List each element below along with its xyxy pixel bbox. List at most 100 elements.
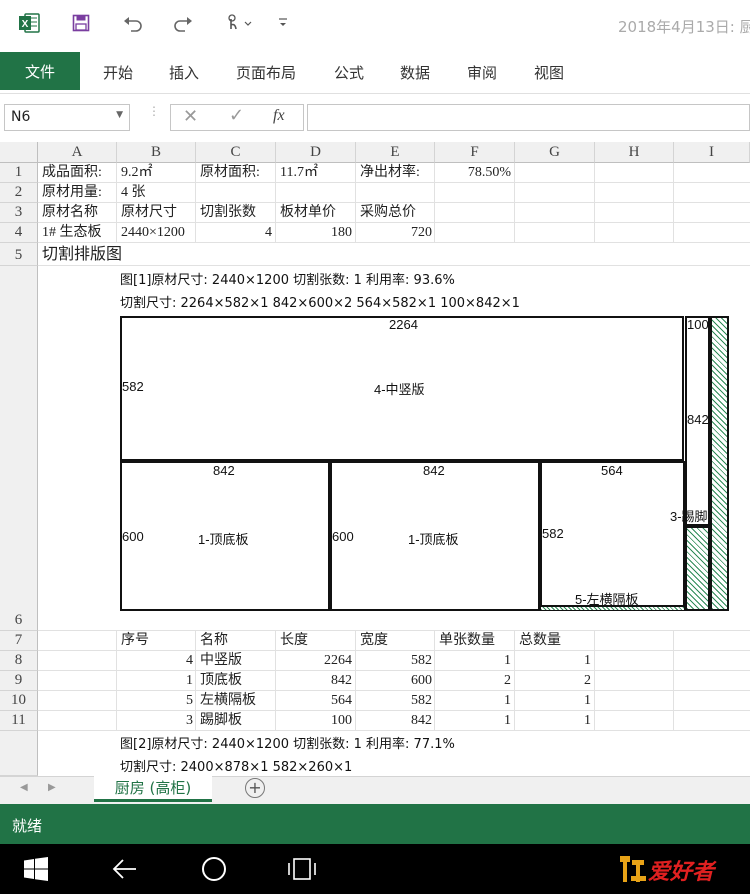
name-box[interactable]: N6 ▼ [4, 104, 130, 131]
row-header[interactable]: 9 [0, 671, 38, 691]
cell-e3[interactable]: 采购总价 [360, 203, 416, 223]
table-header[interactable]: 总数量 [519, 631, 561, 651]
cell-a2[interactable]: 原材用量: [42, 183, 102, 203]
row-header[interactable]: 5 [0, 243, 38, 266]
table-cell[interactable]: 1 [515, 651, 591, 671]
table-cell[interactable]: 600 [356, 671, 432, 691]
home-circle-icon[interactable] [201, 856, 227, 886]
table-cell[interactable]: 2 [515, 671, 591, 691]
tab-view[interactable]: 视图 [534, 62, 564, 83]
table-header[interactable]: 名称 [200, 631, 228, 651]
insert-function-icon[interactable]: fx [273, 107, 285, 125]
table-cell[interactable]: 1 [435, 691, 511, 711]
column-header[interactable]: I [674, 142, 750, 163]
tab-formulas[interactable]: 公式 [334, 62, 364, 83]
table-cell[interactable]: 3 [117, 711, 193, 731]
table-cell[interactable]: 4 [117, 651, 193, 671]
chevron-down-icon[interactable]: ▼ [116, 110, 123, 120]
tab-review[interactable]: 审阅 [467, 62, 497, 83]
cell-e4[interactable]: 720 [356, 223, 432, 243]
row-header[interactable]: 4 [0, 223, 38, 243]
row-header[interactable]: 1 [0, 163, 38, 183]
title-bar: X 2018年4月13日: 厨 [0, 0, 750, 48]
row-header[interactable]: 10 [0, 691, 38, 711]
windows-start-icon[interactable] [24, 857, 48, 885]
table-cell[interactable]: 582 [356, 691, 432, 711]
cell-c1[interactable]: 原材面积: [200, 163, 260, 183]
sheet-tab-kitchen[interactable]: 厨房 (高柜) [94, 776, 212, 802]
cell-b1[interactable]: 9.2㎡ [121, 163, 153, 183]
column-header[interactable]: D [276, 142, 356, 163]
table-cell[interactable]: 842 [356, 711, 432, 731]
table-cell[interactable]: 1 [435, 711, 511, 731]
table-cell[interactable]: 1 [515, 691, 591, 711]
back-arrow-icon[interactable] [112, 858, 138, 884]
table-cell[interactable]: 中竖版 [200, 651, 242, 671]
column-header[interactable]: G [515, 142, 595, 163]
customize-quick-access-icon[interactable] [274, 10, 292, 36]
table-cell[interactable]: 5 [117, 691, 193, 711]
cell-d4[interactable]: 180 [276, 223, 352, 243]
cell-b2[interactable]: 4 张 [121, 183, 146, 203]
cell-a5[interactable]: 切割排版图 [42, 244, 122, 264]
column-header[interactable]: C [196, 142, 276, 163]
worksheet-grid[interactable]: A B C D E F G H I 1 2 3 4 5 6 7 8 9 10 1… [0, 142, 750, 776]
scroll-right-icon[interactable]: ▶ [48, 782, 56, 793]
table-header[interactable]: 宽度 [360, 631, 388, 651]
row-header[interactable]: 7 [0, 631, 38, 651]
enter-icon[interactable]: ✓ [229, 105, 244, 126]
redo-icon[interactable] [170, 10, 196, 36]
table-cell[interactable]: 左横隔板 [200, 691, 256, 711]
table-cell[interactable]: 1 [515, 711, 591, 731]
scroll-left-icon[interactable]: ◀ [20, 782, 28, 793]
row-header[interactable]: 11 [0, 711, 38, 731]
table-header[interactable]: 长度 [280, 631, 308, 651]
save-icon[interactable] [68, 10, 94, 36]
table-cell[interactable]: 2264 [276, 651, 352, 671]
column-header[interactable]: F [435, 142, 515, 163]
cell-a4[interactable]: 1# 生态板 [42, 223, 102, 243]
cell-d3[interactable]: 板材单价 [280, 203, 336, 223]
cell-b4[interactable]: 2440×1200 [121, 223, 185, 243]
table-cell[interactable]: 842 [276, 671, 352, 691]
column-header[interactable]: E [356, 142, 435, 163]
table-cell[interactable]: 100 [276, 711, 352, 731]
tab-data[interactable]: 数据 [400, 62, 430, 83]
column-header[interactable]: A [38, 142, 117, 163]
table-cell[interactable]: 2 [435, 671, 511, 691]
table-cell[interactable]: 踢脚板 [200, 711, 242, 731]
table-cell[interactable]: 564 [276, 691, 352, 711]
cell-c4[interactable]: 4 [196, 223, 272, 243]
tab-insert[interactable]: 插入 [169, 62, 199, 83]
tab-home[interactable]: 开始 [103, 62, 133, 83]
table-header[interactable]: 单张数量 [439, 631, 495, 651]
row-header[interactable]: 8 [0, 651, 38, 671]
cell-a1[interactable]: 成品面积: [42, 163, 102, 183]
tab-page-layout[interactable]: 页面布局 [236, 62, 296, 83]
cell-c3[interactable]: 切割张数 [200, 203, 256, 223]
table-cell[interactable]: 顶底板 [200, 671, 242, 691]
add-sheet-icon[interactable]: + [245, 778, 265, 798]
row-header[interactable]: 2 [0, 183, 38, 203]
formula-input[interactable] [307, 104, 750, 131]
column-header[interactable]: B [117, 142, 196, 163]
cell-b3[interactable]: 原材尺寸 [121, 203, 177, 223]
table-cell[interactable]: 1 [435, 651, 511, 671]
tab-file[interactable]: 文件 [0, 52, 80, 90]
cell-d1[interactable]: 11.7㎡ [280, 163, 318, 183]
table-cell[interactable]: 582 [356, 651, 432, 671]
select-all-corner[interactable] [0, 142, 38, 163]
undo-icon[interactable] [120, 10, 146, 36]
table-cell[interactable]: 1 [117, 671, 193, 691]
cancel-icon[interactable]: ✕ [183, 106, 198, 127]
column-header[interactable]: H [595, 142, 674, 163]
touch-mode-icon[interactable] [222, 10, 254, 36]
cell-f1[interactable]: 78.50% [435, 163, 511, 183]
cell-a3[interactable]: 原材名称 [42, 203, 98, 223]
task-view-icon[interactable] [286, 857, 318, 885]
resize-handle-icon[interactable]: ⋮ [148, 105, 160, 117]
cell-e1[interactable]: 净出材率: [360, 163, 420, 183]
table-header[interactable]: 序号 [121, 631, 149, 651]
row-header[interactable]: 6 [0, 266, 38, 631]
row-header[interactable]: 3 [0, 203, 38, 223]
